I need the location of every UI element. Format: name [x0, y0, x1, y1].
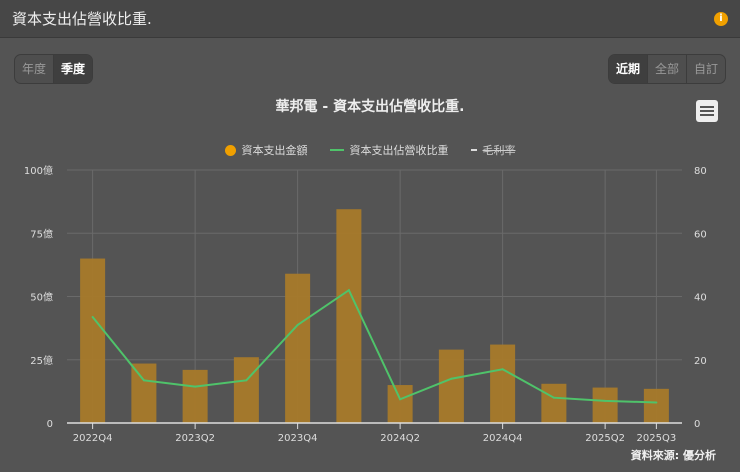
x-axis-label: 2023Q4	[278, 433, 318, 444]
x-axis-label: 2025Q2	[585, 433, 625, 444]
bar-capex	[592, 387, 618, 423]
x-axis-label: 2025Q3	[637, 433, 677, 444]
x-axis-label: 2022Q4	[73, 433, 113, 444]
bar-capex	[233, 357, 259, 423]
chart-plot: 0 25億 50億 75億 100億 0 20 40 60 80 2022Q4 2023Q2 2023Q…	[24, 164, 707, 444]
right-axis-tick: 0	[694, 419, 700, 430]
left-axis-tick: 0	[47, 419, 53, 430]
bar-capex	[643, 388, 669, 423]
line-point	[604, 399, 607, 402]
line-point	[296, 323, 299, 326]
bar-capex	[438, 349, 464, 423]
line-capex-ratio	[91, 288, 657, 404]
right-axis-tick: 60	[694, 229, 707, 240]
bar-capex	[336, 209, 362, 423]
bar-capex	[541, 383, 567, 423]
line-point	[501, 368, 504, 371]
x-axis-label: 2023Q2	[175, 433, 215, 444]
x-axis-label: 2024Q4	[483, 433, 523, 444]
left-axis-tick: 50億	[30, 291, 53, 304]
line-point	[245, 379, 248, 382]
right-axis-tick: 20	[694, 356, 707, 367]
left-axis-tick: 75億	[30, 227, 53, 240]
source-credit: 資料來源: 優分析	[630, 449, 716, 462]
x-axis-label: 2024Q2	[380, 433, 420, 444]
bar-capex	[80, 258, 106, 423]
left-axis-tick: 100億	[24, 164, 53, 177]
line-point	[450, 377, 453, 380]
bar-capex	[182, 369, 208, 423]
line-point	[194, 385, 197, 388]
right-axis-tick: 40	[694, 293, 707, 304]
line-point	[399, 398, 402, 401]
line-point	[552, 396, 555, 399]
line-point	[142, 379, 145, 382]
bar-capex	[490, 344, 516, 423]
line-point	[91, 316, 94, 319]
left-axis-tick: 25億	[30, 354, 53, 367]
line-point	[655, 401, 658, 404]
right-axis-tick: 80	[694, 166, 707, 177]
line-point	[347, 289, 350, 292]
bar-capex	[387, 385, 413, 423]
bar-capex	[285, 273, 311, 423]
bar-capex	[131, 363, 157, 423]
